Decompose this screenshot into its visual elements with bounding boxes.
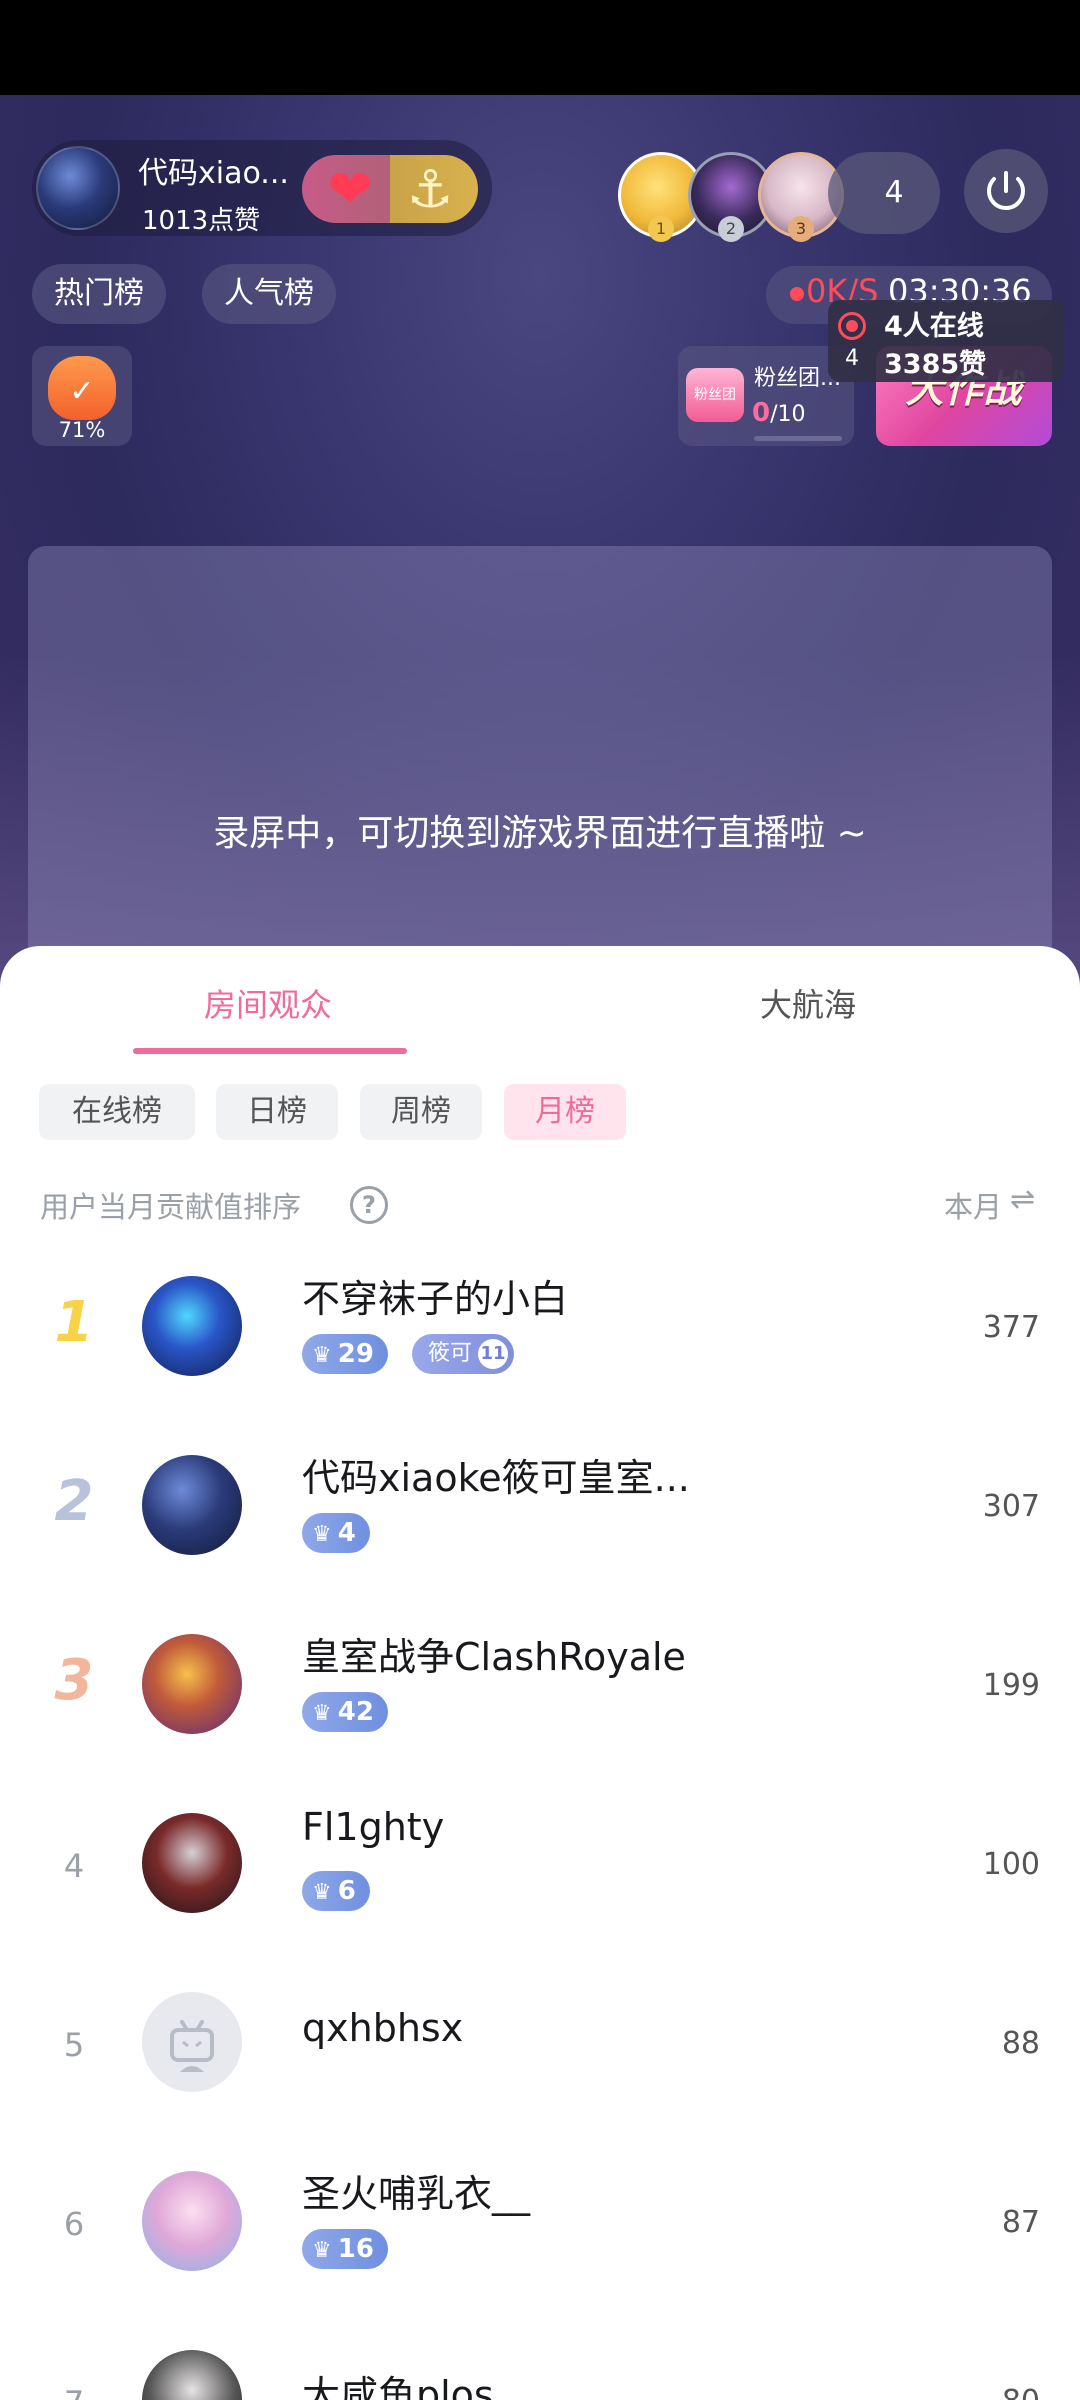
default-avatar-icon: [170, 2020, 214, 2072]
fan-medal-level: 11: [478, 1339, 509, 1369]
avatar[interactable]: [142, 2171, 242, 2271]
contribution-score: 80: [1002, 2384, 1040, 2400]
crown-icon: ♛: [312, 1343, 332, 1368]
level-value: 29: [337, 1339, 374, 1369]
contribution-score: 87: [1001, 2205, 1040, 2240]
avatar[interactable]: [142, 1992, 242, 2092]
fan-medal-badge: 筱可 11: [412, 1334, 515, 1374]
list-item[interactable]: 2 代码xiaoke筱可皇室... ♛ 4 307: [0, 1423, 1080, 1593]
close-live-button[interactable]: [964, 149, 1048, 233]
host-name: 代码xiao...: [138, 156, 289, 191]
fan-club-count: 0/10: [752, 398, 806, 428]
hot-rank-button[interactable]: 热门榜: [32, 264, 166, 324]
rank-number: 2: [54, 1469, 94, 1534]
crown-icon: ♛: [312, 1522, 332, 1547]
chip-monthly-rank[interactable]: 月榜: [504, 1084, 626, 1140]
user-name: 皇室战争ClashRoyale: [302, 1635, 686, 1679]
contribution-score: 100: [982, 1847, 1040, 1882]
crown-icon: ♛: [312, 1880, 332, 1905]
online-count: 4人在线: [884, 311, 984, 342]
chip-daily-rank[interactable]: 日榜: [216, 1084, 338, 1140]
contribution-score: 88: [1001, 2026, 1040, 2061]
task-progress: 71%: [58, 418, 106, 442]
medal-2-icon: 2: [718, 216, 744, 242]
period-selector[interactable]: 本月: [944, 1184, 1002, 1226]
fan-club-badge-icon: 粉丝团: [686, 368, 744, 422]
crown-icon: ♛: [312, 2238, 332, 2263]
medal-3-icon: 3: [788, 216, 814, 242]
list-item[interactable]: 6 圣火哺乳衣__ ♛ 16 87: [0, 2139, 1080, 2309]
level-value: 4: [337, 1518, 356, 1548]
level-value: 16: [337, 2234, 374, 2264]
user-name: 不穿袜子的小白: [302, 1277, 569, 1321]
crown-icon: ♛: [312, 1701, 332, 1726]
rank-number: 7: [54, 2384, 94, 2400]
avatar[interactable]: [142, 1634, 242, 1734]
user-name: qxhbhsx: [302, 2006, 464, 2050]
record-icon: [838, 312, 866, 340]
contribution-score: 307: [982, 1489, 1040, 1524]
user-name: 圣火哺乳衣__: [302, 2172, 531, 2216]
level-badge: ♛ 4: [302, 1513, 370, 1553]
fan-club-total: /10: [770, 402, 806, 427]
avatar[interactable]: [142, 1455, 242, 1555]
list-item[interactable]: 3 皇室战争ClashRoyale ♛ 42 199: [0, 1602, 1080, 1772]
host-avatar[interactable]: [36, 146, 120, 230]
rank-number: 5: [63, 2026, 85, 2064]
heart-icon[interactable]: ❤: [318, 158, 382, 222]
rank-number: 3: [54, 1648, 94, 1713]
avatar[interactable]: [142, 2350, 242, 2400]
tab-underline: [133, 1048, 407, 1054]
contribution-score: 377: [982, 1310, 1040, 1345]
fan-club-progress-bar: [754, 436, 842, 441]
online-number: 4: [845, 346, 859, 371]
list-item[interactable]: 5 qxhbhsx 88: [0, 1960, 1080, 2130]
ranking-hint: 用户当月贡献值排序: [40, 1190, 302, 1224]
popularity-rank-button[interactable]: 人气榜: [202, 264, 336, 324]
list-item[interactable]: 1 不穿袜子的小白 ♛ 29 筱可 11 377: [0, 1244, 1080, 1414]
level-value: 42: [337, 1697, 374, 1727]
user-name: 代码xiaoke筱可皇室...: [302, 1456, 690, 1500]
list-item[interactable]: 4 Fl1ghty ♛ 6 100: [0, 1781, 1080, 1951]
user-name: 大咸鱼plos: [302, 2373, 494, 2400]
screen-capture-panel: [28, 546, 1052, 986]
avatar[interactable]: [142, 1276, 242, 1376]
anchor-icon[interactable]: ⚓: [398, 158, 462, 222]
power-icon: [987, 171, 1025, 211]
screen-capture-message: 录屏中，可切换到游戏界面进行直播啦 ~: [213, 813, 867, 854]
rank-number: 4: [63, 1847, 85, 1885]
avatar[interactable]: [142, 1813, 242, 1913]
tab-guard[interactable]: 大航海: [760, 980, 856, 1026]
level-value: 6: [337, 1876, 356, 1906]
recording-dot-icon: [790, 287, 804, 301]
viewer-count-button[interactable]: 4: [828, 152, 940, 234]
status-bar: [0, 0, 1080, 95]
swap-icon[interactable]: ⇌: [1010, 1182, 1035, 1217]
fan-medal-name: 筱可: [428, 1341, 473, 1366]
list-item[interactable]: 7 大咸鱼plos 80: [0, 2318, 1080, 2400]
user-name: Fl1ghty: [302, 1805, 445, 1849]
level-badge: ♛ 29: [302, 1334, 388, 1374]
contribution-score: 199: [982, 1668, 1040, 1703]
host-likes: 1013点赞: [142, 206, 261, 236]
tab-room-audience[interactable]: 房间观众: [204, 980, 332, 1026]
chip-online-rank[interactable]: 在线榜: [39, 1084, 195, 1140]
online-likes: 3385赞: [884, 349, 987, 380]
level-badge: ♛ 6: [302, 1871, 370, 1911]
level-badge: ♛ 42: [302, 1692, 388, 1732]
rank-number: 6: [63, 2205, 85, 2243]
fan-club-current: 0: [752, 398, 771, 428]
check-icon: ✓: [69, 374, 95, 409]
help-icon[interactable]: ?: [350, 1186, 388, 1224]
medal-1-icon: 1: [648, 216, 674, 242]
level-badge: ♛ 16: [302, 2229, 388, 2269]
chip-weekly-rank[interactable]: 周榜: [360, 1084, 482, 1140]
rank-number: 1: [54, 1290, 94, 1355]
